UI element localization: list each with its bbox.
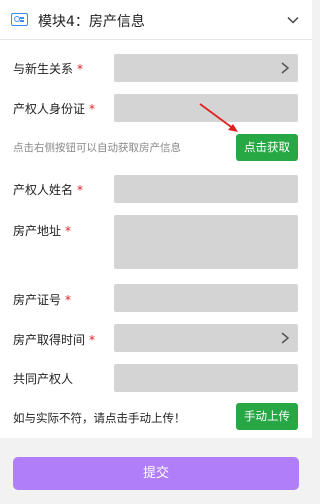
required-mark: *	[89, 102, 96, 116]
chevron-down-icon[interactable]	[286, 13, 300, 27]
chevron-right-icon	[281, 62, 290, 74]
module-title: 模块4：房产信息	[38, 14, 145, 30]
required-mark: *	[77, 183, 84, 197]
required-mark: *	[65, 293, 72, 307]
owner-name-label-text: 产权人姓名	[13, 183, 74, 197]
acquire-time-picker[interactable]	[114, 324, 298, 352]
owner-name-label: 产权人姓名 *	[13, 181, 83, 198]
co-owner-label-text: 共同产权人	[13, 372, 74, 386]
auto-fetch-button[interactable]: 点击获取	[236, 134, 298, 161]
auto-fetch-hint: 点击右侧按钮可以自动获取房产信息	[13, 142, 181, 154]
acquire-time-label: 房产取得时间 *	[13, 331, 95, 348]
required-mark: *	[77, 62, 84, 76]
pointer-arrow-icon	[199, 103, 238, 132]
acquire-time-label-text: 房产取得时间	[13, 333, 86, 347]
cert-no-input[interactable]	[114, 284, 298, 312]
relation-select[interactable]	[114, 54, 298, 82]
required-mark: *	[89, 333, 96, 347]
chevron-right-icon	[281, 332, 290, 344]
manual-upload-hint: 如与实际不符，请点击手动上传！	[13, 411, 186, 425]
relation-label: 与新生关系 *	[13, 60, 83, 77]
co-owner-input[interactable]	[114, 364, 298, 392]
owner-id-label-text: 产权人身份证	[13, 102, 86, 116]
cert-no-label-text: 房产证号	[13, 293, 62, 307]
relation-label-text: 与新生关系	[13, 62, 74, 76]
address-textarea[interactable]	[114, 215, 298, 269]
address-label-text: 房产地址	[13, 224, 62, 238]
address-label: 房产地址 *	[13, 222, 71, 239]
id-card-icon	[11, 13, 28, 26]
required-mark: *	[65, 224, 72, 238]
owner-id-label: 产权人身份证 *	[13, 100, 95, 117]
cert-no-label: 房产证号 *	[13, 291, 71, 308]
co-owner-label: 共同产权人	[13, 370, 73, 387]
manual-upload-button[interactable]: 手动上传	[236, 403, 298, 430]
submit-button[interactable]: 提交	[13, 457, 299, 490]
owner-name-input[interactable]	[114, 175, 298, 203]
module-header[interactable]: 模块4：房产信息	[0, 0, 312, 40]
